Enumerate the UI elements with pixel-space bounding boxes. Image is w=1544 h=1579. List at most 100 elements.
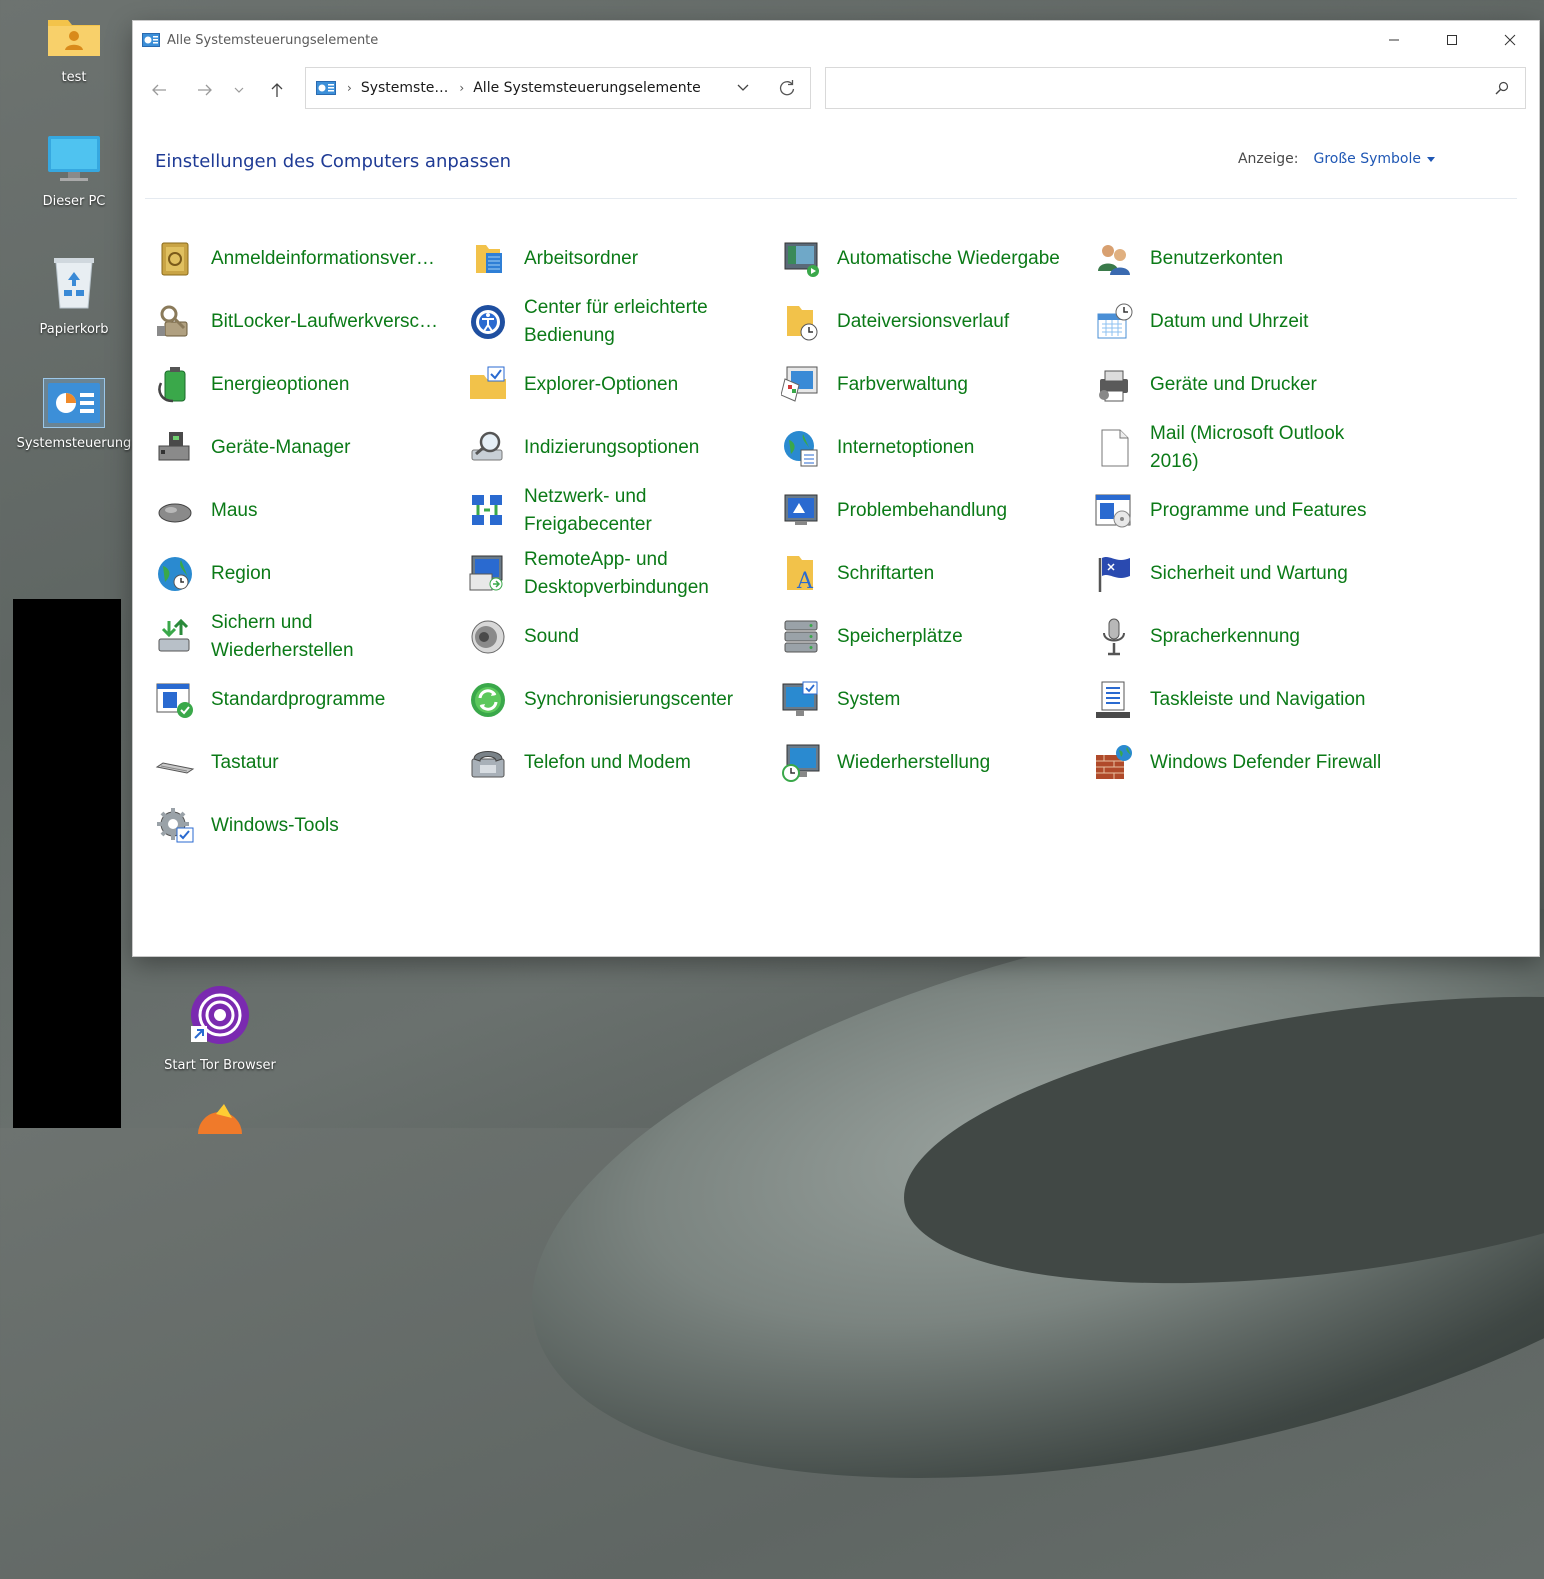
control-panel-item[interactable]: Geräte und Drucker — [1094, 357, 1404, 413]
control-panel-item[interactable]: Mail (Microsoft Outlook 2016) — [1094, 420, 1404, 476]
maximize-icon — [1447, 35, 1457, 45]
chevron-down-icon[interactable] — [736, 80, 750, 94]
arrow-up-icon — [271, 83, 283, 97]
power-battery-icon — [155, 365, 195, 405]
caret-down-icon[interactable] — [1427, 156, 1435, 162]
control-panel-item-label: Windows Defender Firewall — [1150, 752, 1382, 773]
troubleshooting-icon — [781, 491, 821, 531]
control-panel-item[interactable]: Internetoptionen — [781, 420, 1091, 476]
control-panel-item-label: Taskleiste und Navigation — [1150, 689, 1366, 710]
control-panel-item[interactable]: Benutzerkonten — [1094, 231, 1404, 287]
desktop-icon-papierkorb[interactable]: Papierkorb — [14, 254, 134, 337]
chevron-down-icon — [234, 87, 244, 93]
control-panel-item[interactable]: Telefon und Modem — [468, 735, 778, 791]
control-panel-item[interactable]: Geräte-Manager — [155, 420, 465, 476]
minimize-button[interactable] — [1365, 21, 1423, 59]
control-panel-item-label: Mail (Microsoft Outlook 2016) — [1150, 423, 1345, 472]
breadcrumb-item-systemsteuerung[interactable]: Systemste… — [361, 80, 449, 96]
control-panel-item[interactable]: Windows Defender Firewall — [1094, 735, 1404, 791]
control-panel-item[interactable]: Region — [155, 546, 465, 602]
remote-desktop-icon — [468, 554, 508, 594]
search-icon[interactable] — [1495, 81, 1509, 95]
control-panel-item[interactable]: BitLocker-Laufwerkversch… — [155, 294, 465, 350]
control-panel-item-label: Automatische Wiedergabe — [837, 248, 1060, 269]
control-panel-item[interactable]: Indizierungsoptionen — [468, 420, 778, 476]
control-panel-item[interactable]: Dateiversionsverlauf — [781, 294, 1091, 350]
control-panel-item[interactable]: Taskleiste und Navigation — [1094, 672, 1404, 728]
control-panel-item-label: Energieoptionen — [211, 374, 350, 395]
view-mode-dropdown[interactable]: Große Symbole — [1313, 151, 1421, 167]
back-button[interactable] — [147, 78, 171, 102]
view-label: Anzeige: — [1237, 151, 1299, 167]
control-panel-item[interactable]: Spracherkennung — [1094, 609, 1404, 665]
desktop-icon-dieser-pc[interactable]: Dieser PC — [14, 134, 134, 209]
up-button[interactable] — [265, 78, 289, 102]
control-panel-item[interactable]: Arbeitsordner — [468, 231, 778, 287]
control-panel-item[interactable]: Standardprogramme — [155, 672, 465, 728]
internet-globe-icon — [781, 428, 821, 468]
explorer-options-icon — [468, 365, 508, 405]
sync-center-icon — [468, 680, 508, 720]
monitor-icon — [14, 134, 134, 186]
maximize-button[interactable] — [1423, 21, 1481, 59]
control-panel-item-label: RemoteApp- und Desktopverbindungen — [524, 549, 709, 598]
control-panel-item[interactable]: RemoteApp- und Desktopverbindungen — [468, 546, 778, 602]
security-flag-icon — [1094, 554, 1134, 594]
recent-locations-button[interactable] — [231, 78, 247, 102]
breadcrumb-separator-icon: › — [347, 81, 352, 95]
control-panel-item[interactable]: Speicherplätze — [781, 609, 1091, 665]
control-panel-item[interactable]: Programme und Features — [1094, 483, 1404, 539]
control-panel-item-label: Geräte und Drucker — [1150, 374, 1317, 395]
control-panel-item[interactable]: Maus — [155, 483, 465, 539]
control-panel-item[interactable]: Energieoptionen — [155, 357, 465, 413]
file-history-icon — [781, 302, 821, 342]
search-input[interactable] — [836, 68, 1480, 108]
close-button[interactable] — [1481, 21, 1539, 59]
control-panel-item-label: System — [837, 689, 901, 710]
search-box[interactable] — [825, 67, 1526, 109]
control-panel-item[interactable]: Wiederherstellung — [781, 735, 1091, 791]
control-panel-item[interactable]: A Schriftarten — [781, 546, 1091, 602]
control-panel-item-label: Indizierungsoptionen — [524, 437, 700, 458]
control-panel-item[interactable]: Sichern und Wiederherstellen — [155, 609, 465, 665]
minimize-icon — [1389, 39, 1399, 41]
work-folders-icon — [468, 239, 508, 279]
firefox-icon-partial[interactable] — [192, 1104, 248, 1156]
control-panel-item[interactable]: System — [781, 672, 1091, 728]
ease-of-access-icon — [468, 302, 508, 342]
address-bar[interactable]: › Systemste… › Alle Systemsteuerungselem… — [305, 67, 811, 109]
phone-modem-icon — [468, 743, 508, 783]
control-panel-item-label: Sichern und Wiederherstellen — [211, 612, 354, 661]
refresh-icon[interactable] — [778, 79, 796, 97]
control-panel-item[interactable]: Automatische Wiedergabe — [781, 231, 1091, 287]
blank-file-icon — [1094, 428, 1134, 468]
control-panel-item[interactable]: Center für erleichterte Bedienung — [468, 294, 778, 350]
control-panel-item[interactable]: Synchronisierungscenter — [468, 672, 778, 728]
windows-tools-gear-icon — [155, 806, 195, 846]
user-folder-icon — [14, 12, 134, 62]
control-panel-item-label: Windows-Tools — [211, 815, 339, 836]
control-panel-item[interactable]: Farbverwaltung — [781, 357, 1091, 413]
control-panel-item[interactable]: Netzwerk- und Freigabecenter — [468, 483, 778, 539]
desktop-icon-tor-browser[interactable]: Start Tor Browser — [160, 984, 280, 1073]
control-panel-item-label: Synchronisierungscenter — [524, 689, 734, 710]
control-panel-item[interactable]: Problembehandlung — [781, 483, 1091, 539]
svg-text:A: A — [796, 569, 814, 594]
control-panel-item[interactable]: Windows-Tools — [155, 798, 465, 854]
system-monitor-icon — [781, 680, 821, 720]
control-panel-item[interactable]: Sound — [468, 609, 778, 665]
control-panel-item[interactable]: Tastatur — [155, 735, 465, 791]
desktop-icon-systemsteuerung[interactable]: Systemsteuerung — [14, 378, 134, 451]
recovery-icon — [781, 743, 821, 783]
control-panel-item-label: BitLocker-Laufwerkversch… — [211, 311, 443, 332]
autoplay-icon — [781, 239, 821, 279]
desktop-icon-test[interactable]: test — [14, 12, 134, 85]
breadcrumb-item-alle-elemente[interactable]: Alle Systemsteuerungselemente — [473, 80, 701, 96]
title-bar[interactable]: Alle Systemsteuerungselemente — [133, 21, 1539, 59]
control-panel-item[interactable]: Sicherheit und Wartung — [1094, 546, 1404, 602]
taskbar-icon — [1094, 680, 1134, 720]
control-panel-item[interactable]: Explorer-Optionen — [468, 357, 778, 413]
forward-button[interactable] — [193, 78, 217, 102]
control-panel-item[interactable]: Anmeldeinformationsver… — [155, 231, 465, 287]
control-panel-item[interactable]: Datum und Uhrzeit — [1094, 294, 1404, 350]
